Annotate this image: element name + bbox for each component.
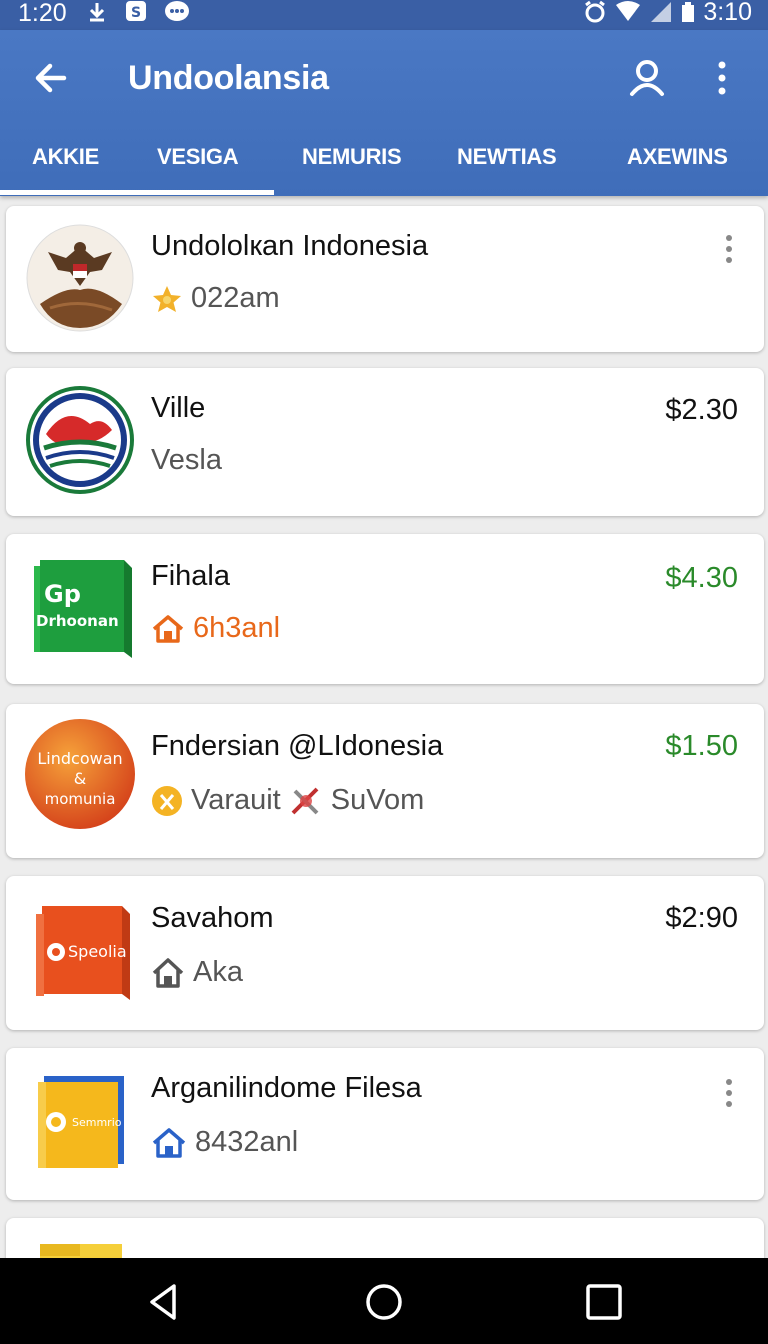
logo-text: Speolia: [68, 942, 127, 961]
yellow-folder-logo: [40, 1244, 122, 1258]
item-price: $2:90: [665, 902, 738, 934]
logo-text: Drhoonan: [36, 612, 119, 630]
item-subtitle-text: Varauit: [191, 784, 281, 816]
app-bar: Undoolansia AKKIE VESIGA NEMURIS NEWTIAS…: [0, 30, 768, 196]
ribbon-icon: [152, 785, 182, 816]
status-time: 1:20: [18, 0, 67, 27]
nav-recents-icon[interactable]: [584, 1282, 624, 1322]
list-item[interactable]: Semmrio Arganilindome Filesa 8432anl: [6, 1048, 764, 1200]
account-icon[interactable]: [628, 58, 666, 98]
item-subtitle-text: 022am: [191, 282, 280, 314]
item-subtitle-text-2: SuVom: [330, 784, 425, 816]
app-notification-icon: S: [126, 1, 146, 21]
item-subtitle-text: 8432anl: [195, 1126, 299, 1158]
battery-icon: [682, 2, 695, 22]
item-subtitle-text: 6h3anl: [193, 612, 281, 644]
item-subtitle: Varauit SuVom: [151, 784, 424, 817]
home-icon: [152, 1127, 186, 1158]
list-item[interactable]: Speolia Savahom Aka $2:90: [6, 876, 764, 1030]
circular-seal-logo: [26, 386, 134, 494]
overflow-menu-icon[interactable]: [712, 58, 732, 98]
svg-text:S: S: [131, 5, 141, 21]
logo-text: Semmrio: [72, 1116, 122, 1129]
nav-home-icon[interactable]: [364, 1282, 404, 1322]
list-item[interactable]: Lindcowan & momunia Fndersian @LIdonesia…: [6, 704, 764, 858]
tab-vesiga[interactable]: VESIGA: [157, 144, 239, 170]
orange-folder-logo: Speolia: [36, 906, 130, 1000]
tools-icon: [291, 787, 319, 814]
item-title: Undololкan Indonesia: [151, 230, 429, 262]
tab-akkie[interactable]: AKKIE: [32, 144, 99, 170]
tab-newtias[interactable]: NEWTIAS: [457, 144, 557, 170]
item-price: $4.30: [665, 562, 738, 594]
signal-icon: [651, 2, 672, 22]
item-menu-icon[interactable]: [724, 234, 734, 264]
item-subtitle: Vesla: [151, 444, 222, 477]
item-subtitle: 022am: [151, 282, 280, 315]
logo-text: &: [74, 769, 86, 788]
download-icon: [89, 3, 105, 22]
home-icon: [152, 614, 184, 643]
item-title: Arganilindome Filesa: [151, 1072, 422, 1104]
item-title: Fndersian @LIdonesia: [151, 730, 444, 762]
item-title: Ville: [151, 392, 206, 424]
nav-back-icon[interactable]: [144, 1282, 184, 1322]
item-title: Fihala: [151, 560, 230, 592]
item-price: $1.50: [665, 730, 738, 762]
tab-axewins[interactable]: AXEWINS: [627, 144, 728, 170]
list-item[interactable]: Ville Vesla $2.30: [6, 368, 764, 516]
system-nav-bar: [0, 1258, 768, 1344]
yellow-file-logo: Semmrio: [38, 1076, 124, 1168]
item-subtitle: 6h3anl: [151, 612, 280, 645]
app-title: Undoolansia: [128, 59, 329, 97]
list-item[interactable]: [6, 1218, 764, 1258]
orange-circle-logo: Lindcowan & momunia: [25, 719, 135, 829]
item-subtitle: Aka: [151, 956, 243, 989]
tab-indicator: [0, 190, 274, 195]
tab-nemuris[interactable]: NEMURIS: [302, 144, 402, 170]
star-icon: [153, 285, 181, 312]
list-item[interactable]: Gp Drhoonan Fihala 6h3anl $4.30: [6, 534, 764, 684]
item-title: Savahom: [151, 902, 274, 934]
item-list[interactable]: Undololкan Indonesia 022am Ville Vesla $…: [0, 196, 768, 1258]
item-subtitle: 8432anl: [151, 1126, 298, 1159]
system-icons: 3:10: [583, 0, 752, 26]
logo-text: momunia: [45, 790, 116, 808]
chat-icon: [165, 1, 189, 21]
green-document-logo: Gp Drhoonan: [34, 560, 132, 658]
item-subtitle-text: Aka: [193, 956, 243, 988]
alarm-icon: [585, 0, 606, 23]
list-item[interactable]: Undololкan Indonesia 022am: [6, 206, 764, 352]
tab-bar: AKKIE VESIGA NEMURIS NEWTIAS AXEWINS: [0, 126, 768, 196]
item-menu-icon[interactable]: [724, 1078, 734, 1108]
item-subtitle-text: Vesla: [151, 444, 222, 476]
home-icon: [152, 957, 184, 988]
logo-text: Lindcowan: [37, 749, 122, 768]
status-clock: 3:10: [703, 0, 752, 26]
item-price: $2.30: [665, 394, 738, 426]
logo-text: Gp: [44, 580, 81, 608]
notification-icons: S: [86, 0, 190, 24]
back-arrow-icon[interactable]: [30, 58, 70, 98]
wifi-icon: [616, 1, 641, 21]
garuda-emblem-logo: [26, 224, 134, 332]
status-bar: 1:20 S 3:10: [0, 0, 768, 30]
